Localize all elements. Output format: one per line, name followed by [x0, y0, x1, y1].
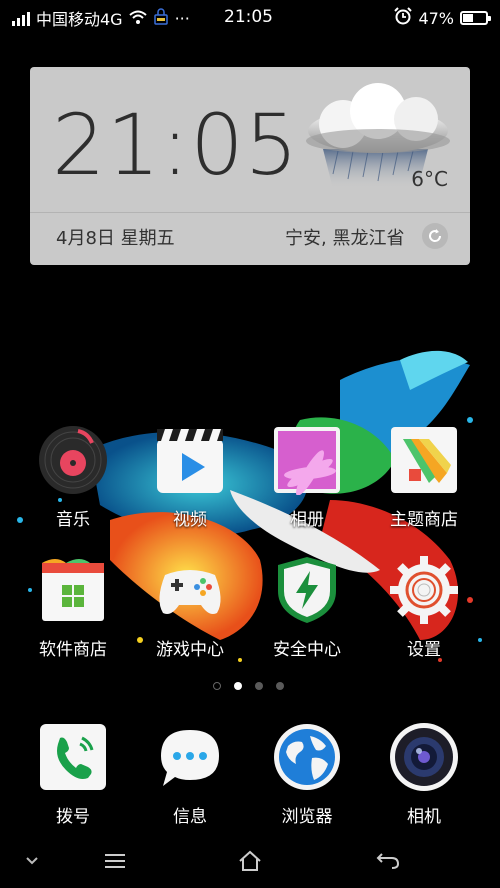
widget-location: 宁安, 黑龙江省	[285, 228, 405, 249]
gallery-icon	[272, 425, 342, 496]
app-label-gallery: 相册	[290, 510, 324, 530]
dock-messages[interactable]: 信息	[135, 722, 245, 827]
page-dot-2[interactable]	[255, 682, 263, 690]
app-music[interactable]: 音乐	[18, 425, 128, 530]
app-label-settings: 设置	[407, 640, 441, 660]
widget-date: 4月8日 星期五	[56, 228, 175, 249]
dock-browser[interactable]: 浏览器	[252, 722, 362, 827]
vpn-icon	[153, 7, 169, 29]
messages-icon	[155, 722, 225, 792]
app-video[interactable]: 视频	[135, 425, 245, 530]
menu-icon[interactable]	[95, 846, 135, 876]
camera-icon	[389, 722, 459, 792]
game-center-icon	[155, 555, 225, 625]
temperature: 6°C	[411, 167, 448, 191]
app-game-center[interactable]: 游戏中心	[135, 555, 245, 660]
app-label-app-store: 软件商店	[39, 640, 107, 660]
dock-camera[interactable]: 相机	[369, 722, 479, 827]
weather-clock-widget[interactable]: 21:05 6°C 4月8日 星期五 宁安, 黑龙江省	[30, 67, 470, 265]
app-label-security-center: 安全中心	[273, 640, 341, 660]
app-label-music: 音乐	[56, 510, 90, 530]
status-time: 21:05	[224, 7, 273, 27]
widget-divider	[30, 212, 470, 213]
app-store-icon	[38, 555, 108, 625]
alarm-icon	[394, 7, 413, 29]
app-settings[interactable]: 设置	[369, 555, 479, 660]
app-label-theme-store: 主题商店	[390, 510, 458, 530]
phone-icon	[38, 722, 108, 792]
navigation-bar	[0, 836, 500, 888]
carrier-label: 中国移动4G	[36, 10, 123, 29]
dock-label-phone: 拨号	[56, 807, 90, 827]
security-center-icon	[272, 555, 342, 625]
widget-clock[interactable]: 21:05	[52, 103, 299, 187]
dock-phone[interactable]: 拨号	[18, 722, 128, 827]
refresh-icon[interactable]	[422, 223, 448, 249]
status-bar: 中国移动4G ··· 21:05 47%	[0, 0, 500, 34]
app-label-game-center: 游戏中心	[156, 640, 224, 660]
video-icon	[155, 425, 225, 495]
dock-label-browser: 浏览器	[281, 807, 333, 827]
wifi-icon	[128, 9, 147, 28]
settings-icon	[389, 555, 459, 625]
app-label-video: 视频	[173, 510, 207, 530]
back-icon[interactable]	[368, 846, 408, 876]
app-security-center[interactable]: 安全中心	[252, 555, 362, 660]
more-notifications: ···	[174, 8, 190, 28]
page-dot-home[interactable]	[213, 682, 221, 690]
battery-icon	[460, 11, 491, 25]
battery-percent: 47%	[418, 8, 454, 28]
dock-label-messages: 信息	[173, 807, 207, 827]
theme-store-icon	[389, 425, 459, 495]
page-indicator	[213, 682, 284, 690]
app-theme-store[interactable]: 主题商店	[369, 425, 479, 530]
app-gallery[interactable]: 相册	[252, 425, 362, 530]
app-app-store[interactable]: 软件商店	[18, 555, 128, 660]
home-icon[interactable]	[230, 846, 270, 876]
collapse-icon[interactable]	[12, 846, 52, 876]
browser-icon	[272, 722, 342, 792]
page-dot-3[interactable]	[276, 682, 284, 690]
dock-label-camera: 相机	[407, 807, 441, 827]
page-dot-1[interactable]	[234, 682, 242, 690]
signal-icon	[12, 10, 30, 26]
music-icon	[38, 425, 108, 495]
